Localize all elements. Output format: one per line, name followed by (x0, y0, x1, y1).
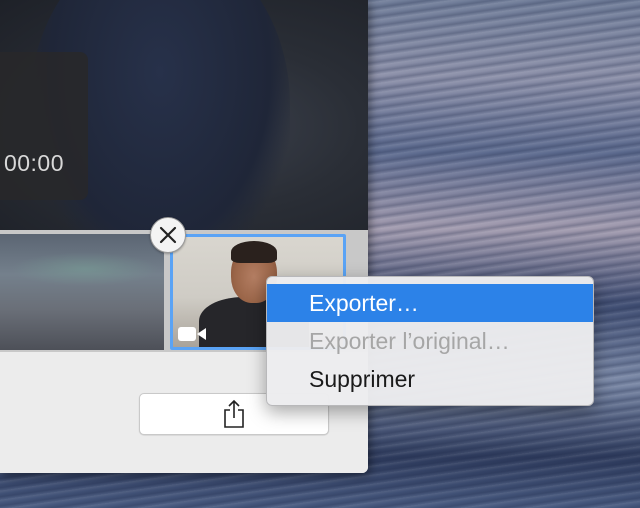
clip-thumbnail[interactable] (0, 234, 164, 350)
close-icon (159, 226, 177, 244)
timer-overlay: 00:00 (0, 52, 88, 200)
menu-item-export-label: Exporter… (309, 289, 419, 316)
video-camera-icon (178, 327, 206, 341)
share-icon (224, 399, 244, 428)
context-menu: Exporter… Exporter l’original… Supprimer (266, 276, 594, 406)
menu-item-export-original-label: Exporter l’original… (309, 327, 510, 354)
video-preview: 00:00 (0, 0, 368, 230)
menu-item-delete[interactable]: Supprimer (267, 360, 593, 398)
menu-item-export[interactable]: Exporter… (267, 284, 593, 322)
remove-clip-button[interactable] (150, 217, 186, 253)
timer-text: 00:00 (3, 150, 64, 176)
thumbnail-person-hair (231, 241, 277, 263)
menu-item-export-original: Exporter l’original… (267, 322, 593, 360)
menu-item-delete-label: Supprimer (309, 365, 416, 392)
